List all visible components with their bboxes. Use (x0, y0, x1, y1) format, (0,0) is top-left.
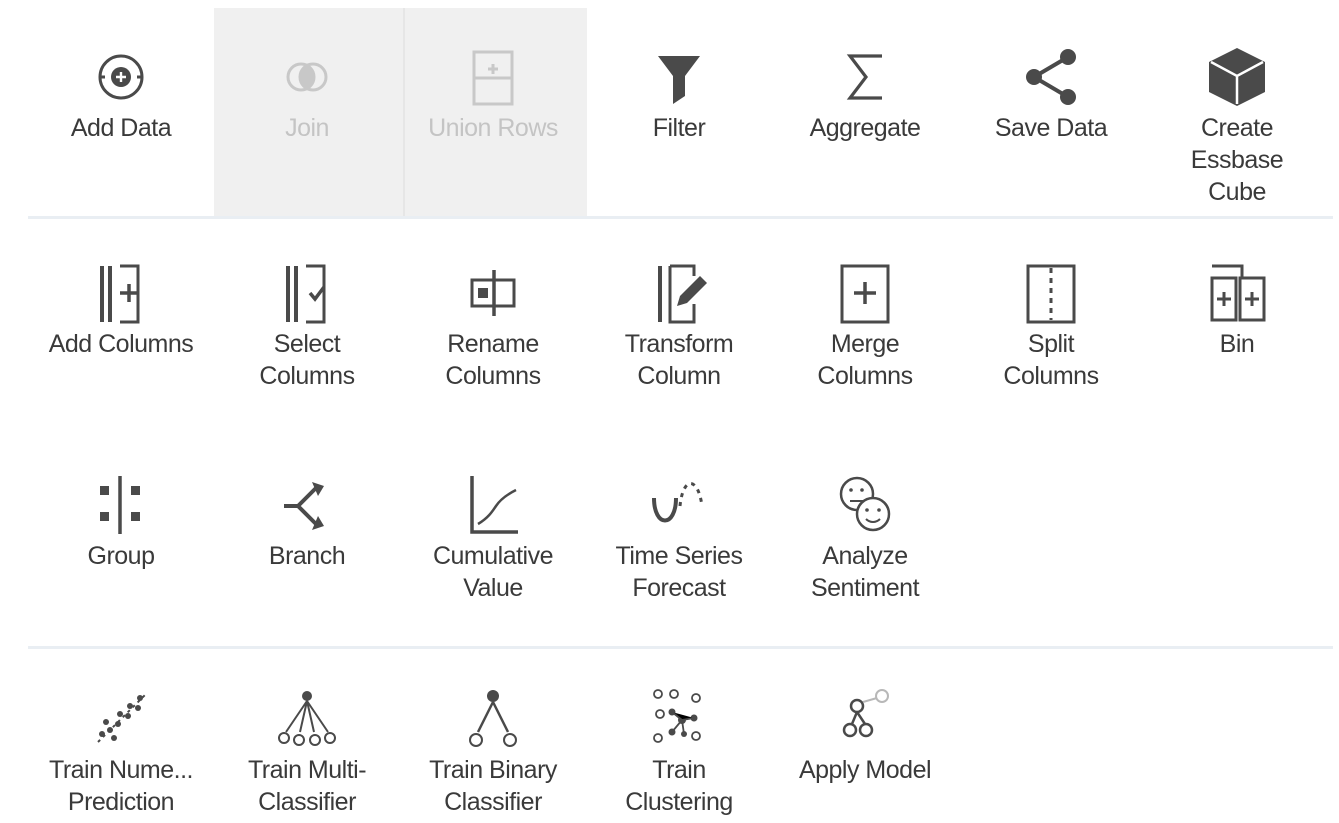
binary-classifier-icon (458, 684, 528, 754)
numeric-prediction-icon (86, 684, 156, 754)
transform-column-step[interactable]: Transform Column (586, 258, 772, 392)
add-columns-label: Add Columns (48, 330, 194, 358)
apply-model-icon (830, 684, 900, 754)
select-columns-label: Select Columns (259, 330, 355, 390)
time-series-forecast-step[interactable]: Time Series Forecast (586, 470, 772, 604)
merge-columns-step[interactable]: Merge Columns (772, 258, 958, 392)
group-label: Group (87, 542, 155, 570)
branch-icon (272, 470, 342, 540)
bin-icon (1202, 258, 1272, 328)
sigma-icon (830, 42, 900, 112)
analyze-sentiment-step[interactable]: Analyze Sentiment (772, 470, 958, 604)
merge-columns-icon (830, 258, 900, 328)
train-clustering-label: Train Clustering (625, 756, 733, 816)
train-binary-classifier-step[interactable]: Train Binary Classifier (400, 684, 586, 818)
join-label: Join (285, 114, 329, 142)
train-multi-classifier-label: Train Multi-Classifier (247, 756, 367, 816)
cumulative-value-label: Cumulative Value (432, 542, 554, 602)
filter-icon (644, 42, 714, 112)
add-data-step[interactable]: Add Data (28, 42, 214, 208)
add-data-icon (86, 42, 156, 112)
section-divider (28, 216, 1333, 219)
merge-columns-label: Merge Columns (817, 330, 913, 390)
time-series-forecast-label: Time Series Forecast (615, 542, 743, 602)
save-data-step[interactable]: Save Data (958, 42, 1144, 208)
apply-model-label: Apply Model (798, 756, 932, 784)
create-essbase-cube-step[interactable]: Create Essbase Cube (1144, 42, 1330, 208)
union-rows-step[interactable]: Union Rows (400, 42, 586, 208)
data-flow-step-palette: Add Data Join Union Rows Filter Aggregat… (0, 0, 1339, 823)
split-columns-label: Split Columns (1003, 330, 1099, 390)
split-columns-icon (1016, 258, 1086, 328)
join-icon (272, 42, 342, 112)
union-rows-icon (458, 42, 528, 112)
select-columns-icon (272, 258, 342, 328)
branch-step[interactable]: Branch (214, 470, 400, 604)
add-columns-icon (86, 258, 156, 328)
train-binary-classifier-label: Train Binary Classifier (429, 756, 557, 816)
bin-step[interactable]: Bin (1144, 258, 1330, 392)
rename-columns-label: Rename Columns (445, 330, 541, 390)
section-divider (28, 646, 1333, 649)
select-columns-step[interactable]: Select Columns (214, 258, 400, 392)
filter-label: Filter (652, 114, 706, 142)
time-series-icon (644, 470, 714, 540)
save-data-label: Save Data (994, 114, 1108, 142)
union-rows-label: Union Rows (428, 114, 558, 142)
filter-step[interactable]: Filter (586, 42, 772, 208)
group-step[interactable]: Group (28, 470, 214, 604)
aggregate-label: Aggregate (809, 114, 921, 142)
join-step[interactable]: Join (214, 42, 400, 208)
multi-classifier-icon (272, 684, 342, 754)
analyze-sentiment-label: Analyze Sentiment (810, 542, 920, 602)
analytics-steps-row: Group Branch Cumulative Value Time Serie… (28, 470, 1333, 604)
share-icon (1016, 42, 1086, 112)
train-multi-classifier-step[interactable]: Train Multi-Classifier (214, 684, 400, 818)
basic-steps-row: Add Data Join Union Rows Filter Aggregat… (28, 42, 1333, 208)
add-columns-step[interactable]: Add Columns (28, 258, 214, 392)
add-data-label: Add Data (70, 114, 172, 142)
column-steps-row: Add Columns Select Columns Rename Column… (28, 258, 1333, 392)
transform-column-icon (644, 258, 714, 328)
clustering-icon (644, 684, 714, 754)
train-numeric-prediction-step[interactable]: Train Nume... Prediction (28, 684, 214, 818)
cumulative-value-icon (458, 470, 528, 540)
transform-column-label: Transform Column (624, 330, 734, 390)
ml-steps-row: Train Nume... Prediction Train Multi-Cla… (28, 684, 1333, 818)
sentiment-icon (830, 470, 900, 540)
rename-columns-icon (458, 258, 528, 328)
train-clustering-step[interactable]: Train Clustering (586, 684, 772, 818)
train-numeric-prediction-label: Train Nume... Prediction (48, 756, 194, 816)
cumulative-value-step[interactable]: Cumulative Value (400, 470, 586, 604)
branch-label: Branch (268, 542, 346, 570)
cube-icon (1202, 42, 1272, 112)
create-essbase-cube-label: Create Essbase Cube (1190, 114, 1284, 206)
apply-model-step[interactable]: Apply Model (772, 684, 958, 818)
aggregate-step[interactable]: Aggregate (772, 42, 958, 208)
split-columns-step[interactable]: Split Columns (958, 258, 1144, 392)
group-icon (86, 470, 156, 540)
bin-label: Bin (1219, 330, 1255, 358)
rename-columns-step[interactable]: Rename Columns (400, 258, 586, 392)
